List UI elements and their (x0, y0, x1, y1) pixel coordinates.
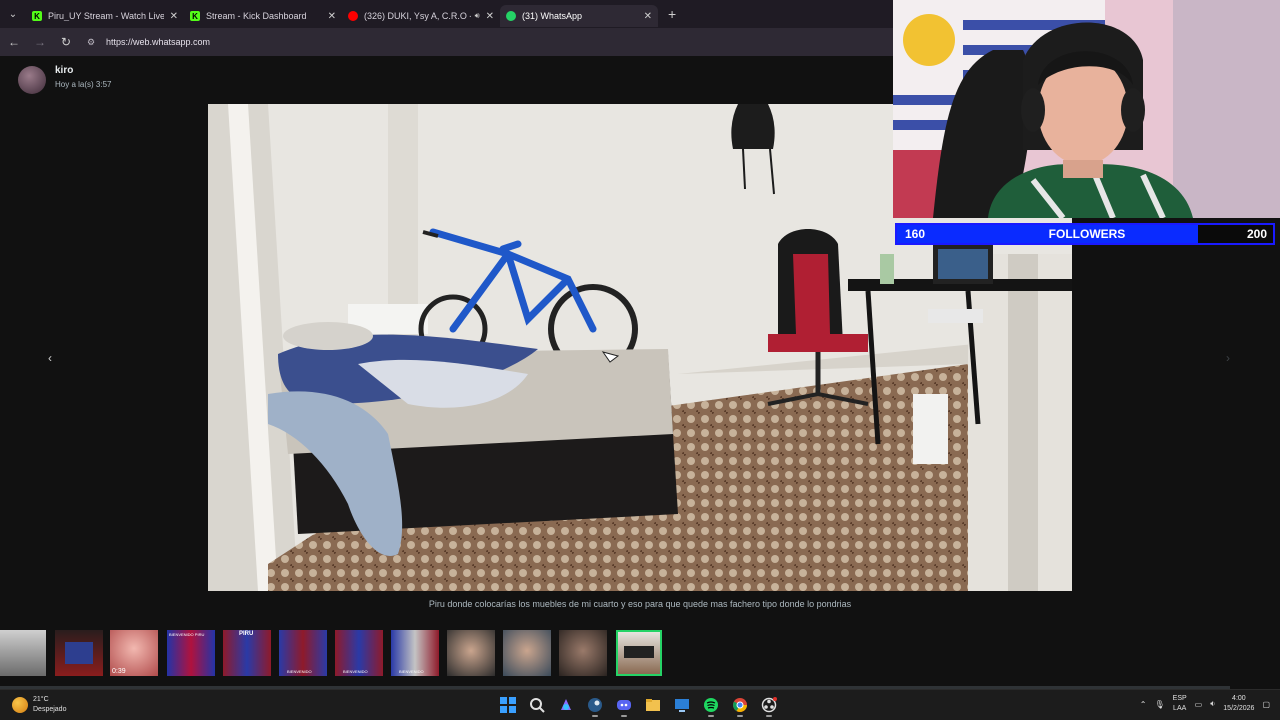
close-icon[interactable]: ✕ (328, 11, 336, 22)
windows-start-icon[interactable] (496, 694, 520, 716)
taskbar: 21°C Despejado ⌃ 🎙︎ ESP LAA ▭ 🔉︎ 4:00 15… (0, 689, 1280, 720)
new-tab-button[interactable]: + (668, 6, 676, 22)
webcam-feed (893, 0, 1280, 218)
thumbnail-label: PIRU (239, 631, 254, 637)
site-info-icon[interactable]: ⚙ (82, 33, 100, 51)
clock[interactable]: 4:00 15/2/2026 (1223, 694, 1254, 714)
thumbnail-label: BIENVENIDO (343, 669, 368, 674)
chrome-icon[interactable] (728, 694, 752, 717)
taskbar-apps (496, 694, 786, 717)
reload-button[interactable]: ↻ (54, 30, 78, 54)
chevron-up-icon[interactable]: ⌃ (1140, 700, 1147, 709)
close-icon[interactable]: ✕ (486, 11, 494, 22)
tab-search-button[interactable]: ⌄ (0, 0, 26, 28)
kick-icon: K (190, 11, 200, 21)
avatar[interactable] (18, 66, 46, 94)
tab-youtube[interactable]: (326) DUKI, Ysy A, C.R.O - H 🔊︎ ✕ (342, 5, 500, 27)
spotify-icon[interactable] (699, 694, 723, 717)
thumbnail[interactable]: PIRU (223, 630, 271, 676)
back-button[interactable]: ← (2, 30, 26, 54)
volume-icon[interactable]: 🔉︎ (1210, 699, 1215, 709)
tab-title: (31) WhatsApp (522, 11, 583, 21)
weather-condition: Despejado (33, 706, 67, 713)
tab-kick-dashboard[interactable]: K Stream - Kick Dashboard ✕ (184, 5, 342, 27)
followers-goal: 200 (1246, 227, 1267, 241)
message-time: Hoy a la(s) 3:57 (55, 80, 112, 89)
notification-icon[interactable]: ▢ (1262, 700, 1270, 709)
remote-desktop-icon[interactable] (670, 694, 694, 716)
thumbnail-label: BIENVENIDO (399, 669, 424, 674)
thumbnail[interactable] (447, 630, 495, 676)
media-thumbnail-strip: 0:39 BIENVENIDO PIRU PIRU BIENVENIDO BIE… (0, 630, 700, 676)
speaker-icon[interactable]: 🔊︎ (475, 11, 480, 21)
kick-icon: K (32, 11, 42, 21)
followers-goal-bar: 160 FOLLOWERS 200 (895, 223, 1275, 245)
thumbnail-label: BIENVENIDO PIRU (169, 632, 205, 637)
thumbnail[interactable] (503, 630, 551, 676)
thumbnail[interactable]: BIENVENIDO PIRU (167, 630, 215, 676)
video-thumbnail[interactable]: 0:39 (110, 630, 158, 676)
thumbnail[interactable] (559, 630, 607, 676)
steam-icon[interactable] (583, 694, 607, 717)
thumbnail[interactable] (55, 630, 103, 676)
tab-title: Piru_UY Stream - Watch Live on Kick (48, 11, 164, 21)
clock-date: 15/2/2026 (1223, 705, 1255, 712)
next-media-button[interactable]: › (1220, 350, 1236, 366)
clock-time: 4:00 (1232, 695, 1246, 702)
search-icon[interactable] (525, 694, 549, 716)
language-indicator[interactable]: ESP LAA (1173, 694, 1187, 714)
thumbnail[interactable]: BIENVENIDO (279, 630, 327, 676)
video-duration: 0:39 (112, 668, 126, 675)
thumbnail[interactable]: BIENVENIDO (335, 630, 383, 676)
thumbnail[interactable]: BIENVENIDO (391, 630, 439, 676)
url-field[interactable]: ⚙ https://web.whatsapp.com (82, 31, 962, 53)
temperature: 21°C (33, 696, 49, 703)
youtube-icon (348, 11, 358, 21)
close-icon[interactable]: ✕ (170, 11, 178, 22)
language-code: ESP (1172, 695, 1187, 702)
tab-kick-stream[interactable]: K Piru_UY Stream - Watch Live on Kick ✕ (26, 5, 184, 27)
previous-media-button[interactable]: ‹ (42, 350, 58, 366)
url-text: https://web.whatsapp.com (106, 37, 211, 47)
close-icon[interactable]: ✕ (644, 11, 652, 22)
file-explorer-icon[interactable] (641, 694, 665, 716)
webcam-overlay (893, 0, 1280, 218)
keyboard-layout: LAA (1173, 705, 1187, 712)
thumbnail-selected[interactable] (616, 630, 662, 676)
tab-whatsapp[interactable]: (31) WhatsApp ✕ (500, 5, 658, 27)
system-tray: ⌃ 🎙︎ ESP LAA ▭ 🔉︎ 4:00 15/2/2026 ▢ (1132, 694, 1270, 714)
thumbnail-label: BIENVENIDO (287, 669, 312, 674)
tab-title: (326) DUKI, Ysy A, C.R.O - H (364, 11, 471, 21)
media-caption: Piru donde colocarías los muebles de mi … (428, 599, 852, 609)
tab-title: Stream - Kick Dashboard (206, 11, 307, 21)
obs-icon[interactable] (757, 694, 781, 717)
forward-button[interactable]: → (28, 30, 52, 54)
weather-icon (12, 697, 28, 713)
followers-label: FOLLOWERS (1048, 227, 1126, 241)
sender-name: kiro (55, 65, 74, 76)
network-icon[interactable]: ▭ (1195, 700, 1203, 709)
thumbnail[interactable] (0, 630, 46, 676)
weather-widget[interactable]: 21°C Despejado (12, 695, 66, 715)
copilot-icon[interactable] (554, 694, 578, 716)
discord-icon[interactable] (612, 694, 636, 717)
whatsapp-icon (506, 11, 516, 21)
microphone-icon[interactable]: 🎙︎ (1155, 700, 1165, 709)
